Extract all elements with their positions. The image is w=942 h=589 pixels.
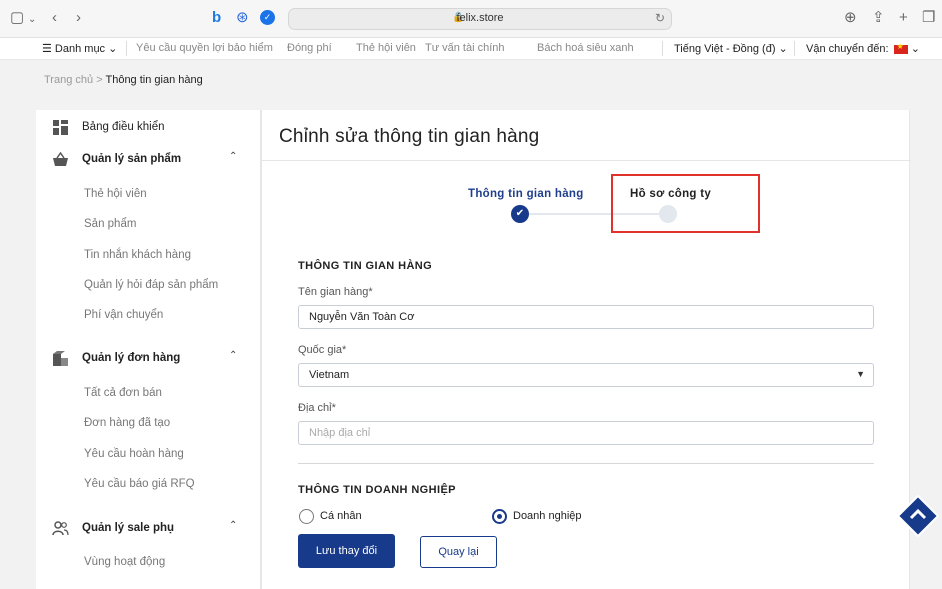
shipping-selector[interactable]: Vận chuyển đến: ⌄ [806,42,920,55]
browser-toolbar: ▢ ⌄ ‹ › b ⊛ ✓ 🔒 felix.store ↻ ⊕ ⇪ + ❐ [0,0,942,38]
scroll-top-diamond-icon[interactable] [896,494,940,538]
address-label: Địa chỉ* [298,402,336,414]
sidebar-item-returns[interactable]: Yêu cầu hoàn hàng [84,448,184,460]
country-select[interactable]: Vietnam ▼ [298,363,874,387]
sidebar-group-orders[interactable]: Quản lý đơn hàng ⌃ [36,350,261,370]
sidebar-dashboard-label: Bảng điều khiển [82,121,165,133]
sidebar-item-messages[interactable]: Tin nhắn khách hàng [84,249,191,261]
category-menu[interactable]: ☰ Danh mục ⌄ [42,42,117,55]
store-section-title: THÔNG TIN GIAN HÀNG [298,260,433,272]
bing-icon[interactable]: b [212,8,221,28]
shipping-label: Vận chuyển đến: [806,43,889,55]
sidebar-item-membership[interactable]: Thẻ hội viên [84,188,147,200]
sidebar-item-rfq[interactable]: Yêu cầu báo giá RFQ [84,478,195,490]
language-label: Tiếng Việt - Đồng (đ) [674,43,776,55]
country-value: Vietnam [309,369,350,381]
sidebar-toggle-icon[interactable]: ▢ [10,8,24,28]
sidebar-item-dashboard[interactable]: Bảng điều khiển [36,119,261,139]
url-text: felix.store [456,12,504,24]
check-icon[interactable]: ✔ [511,205,529,223]
download-icon[interactable]: ⊕ [844,8,857,28]
nav-link-membership[interactable]: Thẻ hội viên [356,42,416,54]
back-arrow-icon[interactable]: ‹ [52,8,57,28]
tabs-overview-icon[interactable]: ❐ [922,8,935,28]
users-icon [52,521,69,536]
chevron-up-icon[interactable]: ⌃ [229,350,237,361]
store-name-value: Nguyễn Văn Toàn Cơ [309,311,415,323]
sidebar-sales-label: Quản lý sale phụ [82,522,175,534]
store-name-label: Tên gian hàng* [298,286,373,298]
sidebar-item-shipping-fee[interactable]: Phí vận chuyển [84,309,163,321]
extension-icon[interactable]: ⊛ [236,8,249,28]
dropdown-arrow-icon: ▼ [856,369,865,379]
country-label: Quốc gia* [298,344,347,356]
back-button[interactable]: Quay lại [420,536,497,568]
radio-individual-label[interactable]: Cá nhân [320,510,362,522]
radio-business[interactable] [492,509,507,524]
category-menu-label: Danh mục [54,43,106,55]
sidebar-group-products[interactable]: Quản lý sản phẩm ⌃ [36,151,261,171]
sidebar: Bảng điều khiển Quản lý sản phẩm ⌃ Thẻ h… [36,110,261,589]
highlight-annotation [611,174,760,233]
reload-icon[interactable]: ↻ [655,11,665,25]
address-input[interactable]: Nhập địa chỉ [298,421,874,445]
radio-individual[interactable] [299,509,314,524]
breadcrumb-home[interactable]: Trang chủ [44,74,93,86]
page-title: Chỉnh sửa thông tin gian hàng [279,126,540,147]
vietnam-flag-icon [893,42,908,54]
main-panel: Chỉnh sửa thông tin gian hàng Thông tin … [261,110,911,589]
breadcrumb-separator: > [96,74,103,86]
breadcrumb-current: Thông tin gian hàng [105,74,203,86]
share-icon[interactable]: ⇪ [872,8,885,28]
chevron-up-icon[interactable]: ⌃ [229,151,237,162]
save-button[interactable]: Lưu thay đổi [298,534,395,568]
nav-link-finance[interactable]: Tư vấn tài chính [425,42,505,54]
store-name-input[interactable]: Nguyễn Văn Toàn Cơ [298,305,874,329]
step-store-info-label[interactable]: Thông tin gian hàng [468,188,584,200]
sidebar-products-label: Quản lý sản phẩm [82,153,182,165]
address-bar[interactable]: 🔒 felix.store ↻ [288,8,672,30]
radio-business-label[interactable]: Doanh nghiệp [513,510,582,522]
verified-check-icon[interactable]: ✓ [260,10,275,25]
chevron-up-icon[interactable]: ⌃ [229,520,237,531]
sidebar-item-zones[interactable]: Vùng hoạt động [84,556,165,568]
sidebar-item-created-orders[interactable]: Đơn hàng đã tạo [84,417,170,429]
sidebar-item-products[interactable]: Sản phẩm [84,218,136,230]
sidebar-item-all-orders[interactable]: Tất cả đơn bán [84,387,162,399]
breadcrumb: Trang chủ > Thông tin gian hàng [44,74,203,86]
address-placeholder: Nhập địa chỉ [309,427,371,439]
sidebar-item-qa[interactable]: Quản lý hỏi đáp sản phẩm [84,279,218,291]
sidebar-orders-label: Quản lý đơn hàng [82,352,181,364]
basket-icon [53,151,68,166]
business-section-title: THÔNG TIN DOANH NGHIỆP [298,484,456,496]
dashboard-icon [53,120,68,135]
chevron-down-icon[interactable]: ⌄ [28,10,36,30]
section-divider [298,463,874,464]
nav-link-payment[interactable]: Đóng phí [287,42,332,54]
forward-arrow-icon[interactable]: › [76,8,81,28]
language-selector[interactable]: Tiếng Việt - Đồng (đ) ⌄ [674,42,788,55]
nav-link-green-store[interactable]: Bách hoá siêu xanh [537,42,634,54]
sidebar-group-sales[interactable]: Quản lý sale phụ ⌃ [36,520,261,540]
site-nav: ☰ Danh mục ⌄ Yêu cầu quyền lợi bảo hiểm … [0,38,942,60]
title-divider [262,160,911,161]
boxes-icon [53,351,68,366]
new-tab-icon[interactable]: + [899,8,908,28]
nav-link-insurance[interactable]: Yêu cầu quyền lợi bảo hiểm [136,42,273,54]
